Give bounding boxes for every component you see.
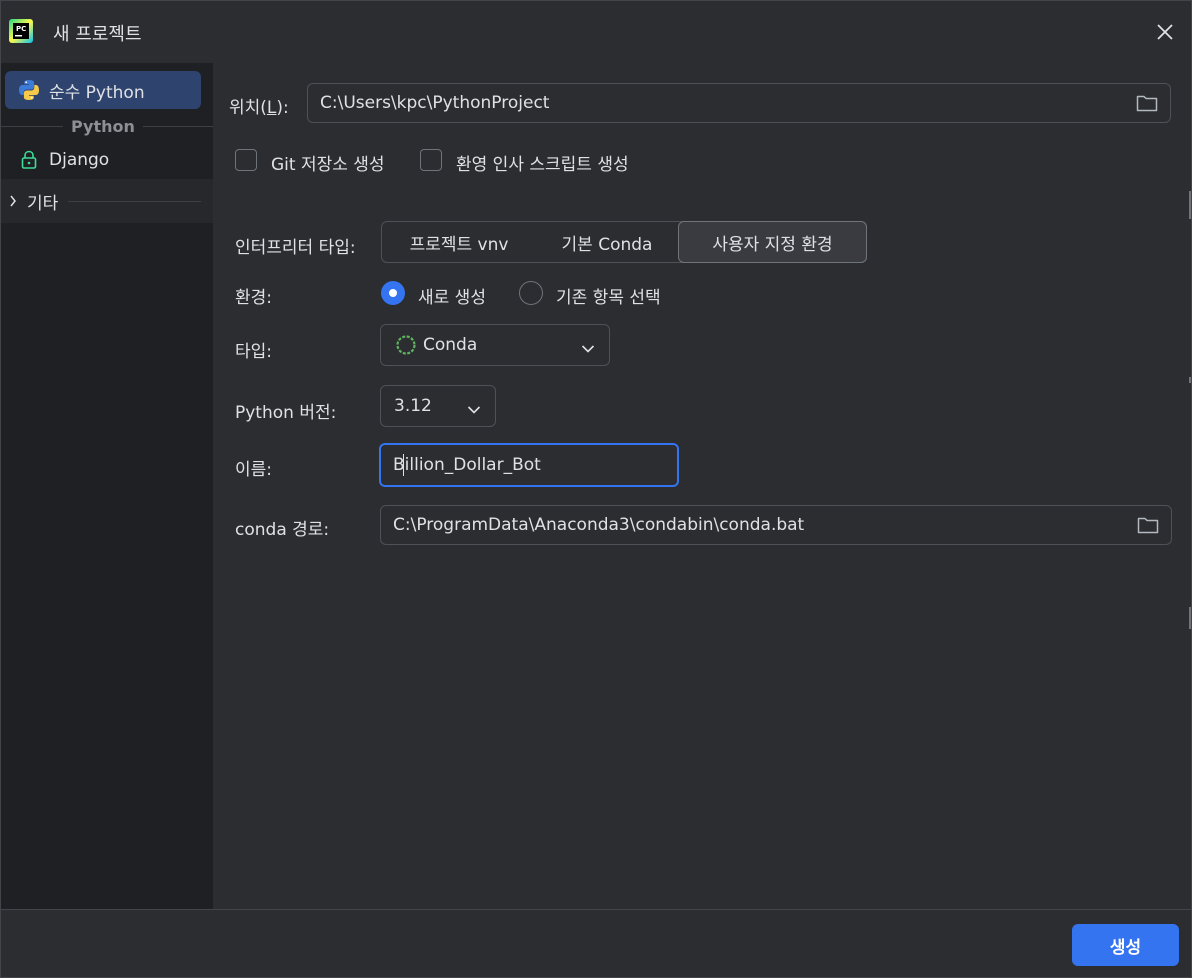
interpreter-type-label: 인터프리터 타입: — [235, 238, 356, 258]
welcome-script-checkbox[interactable] — [420, 149, 442, 171]
create-button[interactable]: 생성 — [1072, 924, 1179, 966]
interpreter-option-project-venv[interactable]: 프로젝트 vnv — [382, 222, 536, 262]
close-button[interactable] — [1151, 18, 1179, 46]
location-label: 위치(L): — [229, 98, 289, 118]
name-value: Billion_Dollar_Bot — [393, 455, 541, 475]
radio-create-new[interactable] — [381, 281, 405, 305]
sidebar-item-pure-python[interactable]: 순수 Python — [5, 71, 201, 109]
title-bar: PC 새 프로젝트 — [1, 1, 1191, 63]
type-dropdown[interactable]: Conda — [380, 324, 610, 366]
python-version-dropdown[interactable]: 3.12 — [380, 385, 496, 427]
new-project-dialog: PC 새 프로젝트 순수 Python Python Django 기타 위치(… — [0, 0, 1192, 978]
python-icon — [17, 78, 41, 102]
chevron-down-icon — [581, 339, 595, 353]
scroll-indicator — [1189, 607, 1191, 629]
folder-icon[interactable] — [1136, 93, 1158, 113]
app-icon-text: PC — [16, 25, 27, 33]
environment-name-input[interactable]: Billion_Dollar_Bot — [379, 443, 679, 487]
radio-select-existing-label: 기존 항목 선택 — [556, 288, 661, 308]
text-caret — [403, 454, 404, 476]
conda-path-input[interactable]: C:\ProgramData\Anaconda3\condabin\conda.… — [380, 505, 1172, 545]
python-group-separator: Python — [1, 116, 213, 136]
dialog-title: 새 프로젝트 — [53, 24, 142, 45]
scroll-indicator — [1189, 191, 1191, 219]
chevron-down-icon — [467, 400, 481, 414]
lock-icon — [17, 148, 41, 172]
environment-label: 환경: — [235, 288, 273, 308]
radio-select-existing[interactable] — [519, 281, 543, 305]
location-value: C:\Users\kpc\PythonProject — [320, 93, 550, 113]
folder-icon[interactable] — [1137, 515, 1159, 535]
name-label: 이름: — [235, 460, 273, 480]
interpreter-type-segmented-control: 프로젝트 vnv 기본 Conda 사용자 지정 환경 — [381, 221, 867, 263]
chevron-right-icon — [5, 195, 21, 207]
sidebar-group-label: 기타 — [27, 193, 59, 214]
type-label: 타입: — [235, 342, 273, 362]
sidebar-item-label: Django — [49, 150, 110, 170]
git-repo-label: Git 저장소 생성 — [271, 155, 385, 175]
conda-icon — [395, 334, 417, 356]
sidebar-group-other[interactable]: 기타 — [1, 179, 213, 223]
welcome-script-label: 환영 인사 스크립트 생성 — [456, 155, 629, 175]
project-settings-form: 위치(L): C:\Users\kpc\PythonProject Git 저장… — [213, 63, 1191, 909]
sidebar-item-label: 순수 Python — [49, 82, 145, 103]
group-label: Python — [71, 116, 135, 136]
radio-create-new-label: 새로 생성 — [418, 288, 486, 308]
pycharm-app-icon: PC — [9, 19, 33, 43]
python-version-value: 3.12 — [394, 396, 432, 416]
conda-path-label: conda 경로: — [235, 520, 330, 540]
project-type-sidebar: 순수 Python Python Django 기타 — [1, 63, 213, 909]
interpreter-option-base-conda[interactable]: 기본 Conda — [536, 222, 678, 262]
type-value: Conda — [423, 335, 478, 355]
python-version-label: Python 버전: — [235, 403, 337, 423]
git-repo-checkbox[interactable] — [235, 149, 257, 171]
dialog-footer: 생성 — [1, 909, 1191, 977]
scroll-indicator — [1189, 377, 1191, 383]
sidebar-item-django[interactable]: Django — [5, 141, 201, 179]
interpreter-option-custom-env[interactable]: 사용자 지정 환경 — [678, 221, 867, 263]
location-input[interactable]: C:\Users\kpc\PythonProject — [307, 83, 1171, 123]
close-icon — [1157, 24, 1173, 40]
conda-path-value: C:\ProgramData\Anaconda3\condabin\conda.… — [393, 515, 805, 535]
